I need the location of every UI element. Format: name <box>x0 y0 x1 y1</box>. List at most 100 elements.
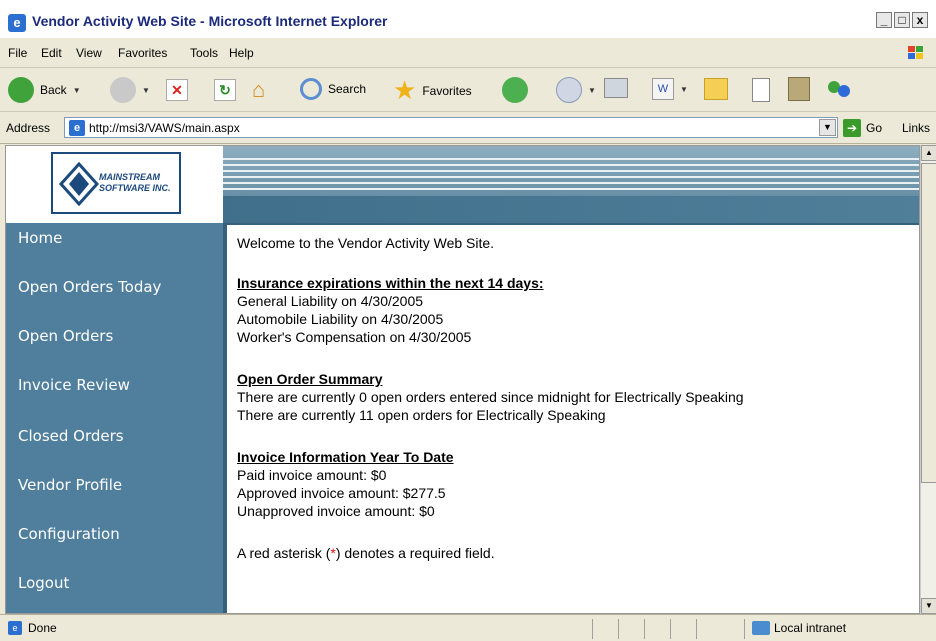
media-button[interactable] <box>502 77 528 103</box>
word-icon: W <box>652 78 674 100</box>
go-arrow-icon: ➔ <box>843 119 861 137</box>
logo-text-line1: MAINSTREAM <box>99 172 160 182</box>
invoice-info-header: Invoice Information Year To Date <box>237 449 454 465</box>
forward-button[interactable]: ▼ <box>110 77 150 103</box>
address-url[interactable]: http://msi3/VAWS/main.aspx <box>89 121 240 135</box>
history-button[interactable] <box>788 77 810 101</box>
back-label: Back <box>40 83 67 97</box>
refresh-icon: ↻ <box>214 79 236 101</box>
insurance-item: Automobile Liability on 4/30/2005 <box>237 311 444 327</box>
go-button[interactable]: ➔ Go <box>843 119 882 137</box>
insurance-item: Worker's Compensation on 4/30/2005 <box>237 329 472 345</box>
stop-icon: ✕ <box>166 79 188 101</box>
address-dropdown-button[interactable]: ▼ <box>819 119 836 136</box>
nav-open-orders[interactable]: Open Orders <box>18 327 113 345</box>
order-summary-item: There are currently 11 open orders for E… <box>237 407 606 423</box>
title-bar: e Vendor Activity Web Site - Microsoft I… <box>0 0 936 38</box>
invoice-item: Approved invoice amount: $277.5 <box>237 485 446 501</box>
forward-arrow-icon <box>110 77 136 103</box>
nav-closed-orders[interactable]: Closed Orders <box>18 427 124 445</box>
window-title: Vendor Activity Web Site - Microsoft Int… <box>32 13 388 29</box>
address-bar: Address e http://msi3/VAWS/main.aspx ▼ ➔… <box>0 112 936 144</box>
invoice-item: Paid invoice amount: $0 <box>237 467 387 483</box>
status-bar: e Done Local intranet <box>0 614 936 641</box>
menu-favorites[interactable]: Favorites <box>118 46 167 60</box>
mail-icon <box>556 77 582 103</box>
menu-bar: File Edit View Favorites Tools Help <box>0 38 936 68</box>
stop-button[interactable]: ✕ <box>166 79 188 101</box>
address-input[interactable]: e http://msi3/VAWS/main.aspx ▼ <box>64 117 838 138</box>
search-icon <box>300 78 322 100</box>
chevron-down-icon: ▼ <box>588 85 596 95</box>
books-icon <box>788 77 810 101</box>
nav-configuration[interactable]: Configuration <box>18 525 120 543</box>
research-button[interactable] <box>752 78 770 102</box>
insurance-header: Insurance expirations within the next 14… <box>237 275 544 291</box>
maximize-button[interactable]: □ <box>894 12 910 28</box>
page-icon: e <box>69 120 85 136</box>
search-label: Search <box>328 82 367 96</box>
media-icon <box>502 77 528 103</box>
messenger-button[interactable] <box>828 77 852 101</box>
company-logo: MAINSTREAM SOFTWARE INC. <box>51 152 181 214</box>
nav-logout[interactable]: Logout <box>18 574 69 592</box>
home-button[interactable]: ⌂ <box>252 77 265 103</box>
chevron-down-icon: ▼ <box>680 84 688 94</box>
back-button[interactable]: Back ▼ <box>8 77 81 103</box>
minimize-button[interactable]: _ <box>876 12 892 28</box>
logo-area: MAINSTREAM SOFTWARE INC. <box>6 146 223 223</box>
page-done-icon: e <box>8 621 22 635</box>
header-banner <box>223 146 919 223</box>
order-summary-item: There are currently 0 open orders entere… <box>237 389 744 405</box>
open-order-summary-header: Open Order Summary <box>237 371 383 387</box>
sidebar-nav: Home Open Orders Today Open Orders Invoi… <box>6 223 223 613</box>
menu-view[interactable]: View <box>76 46 102 60</box>
nav-vendor-profile[interactable]: Vendor Profile <box>18 476 122 494</box>
chevron-down-icon: ▼ <box>142 85 150 95</box>
edit-button[interactable]: W ▼ <box>652 78 688 100</box>
note-suffix: ) denotes a required field. <box>335 545 495 561</box>
go-label: Go <box>866 121 883 135</box>
page-content: MAINSTREAM SOFTWARE INC. Home Open Order… <box>5 145 920 614</box>
logo-mark-icon <box>59 162 99 206</box>
links-button[interactable]: Links <box>902 121 930 135</box>
search-button[interactable]: Search <box>300 78 366 100</box>
folder-icon <box>704 78 728 100</box>
logo-text-line2: SOFTWARE INC. <box>99 183 171 193</box>
status-text: Done <box>28 621 57 635</box>
print-button[interactable] <box>604 78 628 98</box>
note-prefix: A red asterisk ( <box>237 545 331 561</box>
intranet-zone-icon <box>752 621 770 635</box>
invoice-item: Unapproved invoice amount: $0 <box>237 503 435 519</box>
close-button[interactable]: x <box>912 12 928 28</box>
favorites-button[interactable]: ★ Favorites <box>393 75 472 106</box>
refresh-button[interactable]: ↻ <box>214 79 236 101</box>
address-label: Address <box>6 121 51 135</box>
messenger-icon <box>828 77 852 101</box>
menu-help[interactable]: Help <box>229 46 254 60</box>
toolbar: Back ▼ ▼ ✕ ↻ ⌂ Search ★ Favorites ▼ W ▼ <box>0 68 936 112</box>
scroll-thumb[interactable] <box>921 163 936 483</box>
vertical-scrollbar[interactable]: ▲ ▼ <box>920 145 936 614</box>
chevron-down-icon: ▼ <box>72 85 81 95</box>
main-panel: Welcome to the Vendor Activity Web Site.… <box>223 223 919 613</box>
menu-file[interactable]: File <box>8 46 27 60</box>
menu-tools[interactable]: Tools <box>190 46 218 60</box>
browser-window: e Vendor Activity Web Site - Microsoft I… <box>0 0 936 641</box>
menu-edit[interactable]: Edit <box>41 46 62 60</box>
ie-app-icon: e <box>8 14 26 32</box>
insurance-item: General Liability on 4/30/2005 <box>237 293 424 309</box>
welcome-text: Welcome to the Vendor Activity Web Site. <box>237 235 495 251</box>
mail-button[interactable]: ▼ <box>556 77 596 103</box>
document-icon <box>752 78 770 102</box>
nav-open-orders-today[interactable]: Open Orders Today <box>18 278 161 296</box>
scroll-down-button[interactable]: ▼ <box>921 598 936 614</box>
printer-icon <box>604 78 628 98</box>
scroll-up-button[interactable]: ▲ <box>921 145 936 161</box>
discuss-button[interactable] <box>704 78 728 100</box>
star-icon: ★ <box>393 75 417 105</box>
nav-home[interactable]: Home <box>18 229 62 247</box>
security-zone-label: Local intranet <box>774 621 847 635</box>
nav-invoice-review[interactable]: Invoice Review <box>18 376 130 394</box>
home-icon: ⌂ <box>252 77 266 102</box>
